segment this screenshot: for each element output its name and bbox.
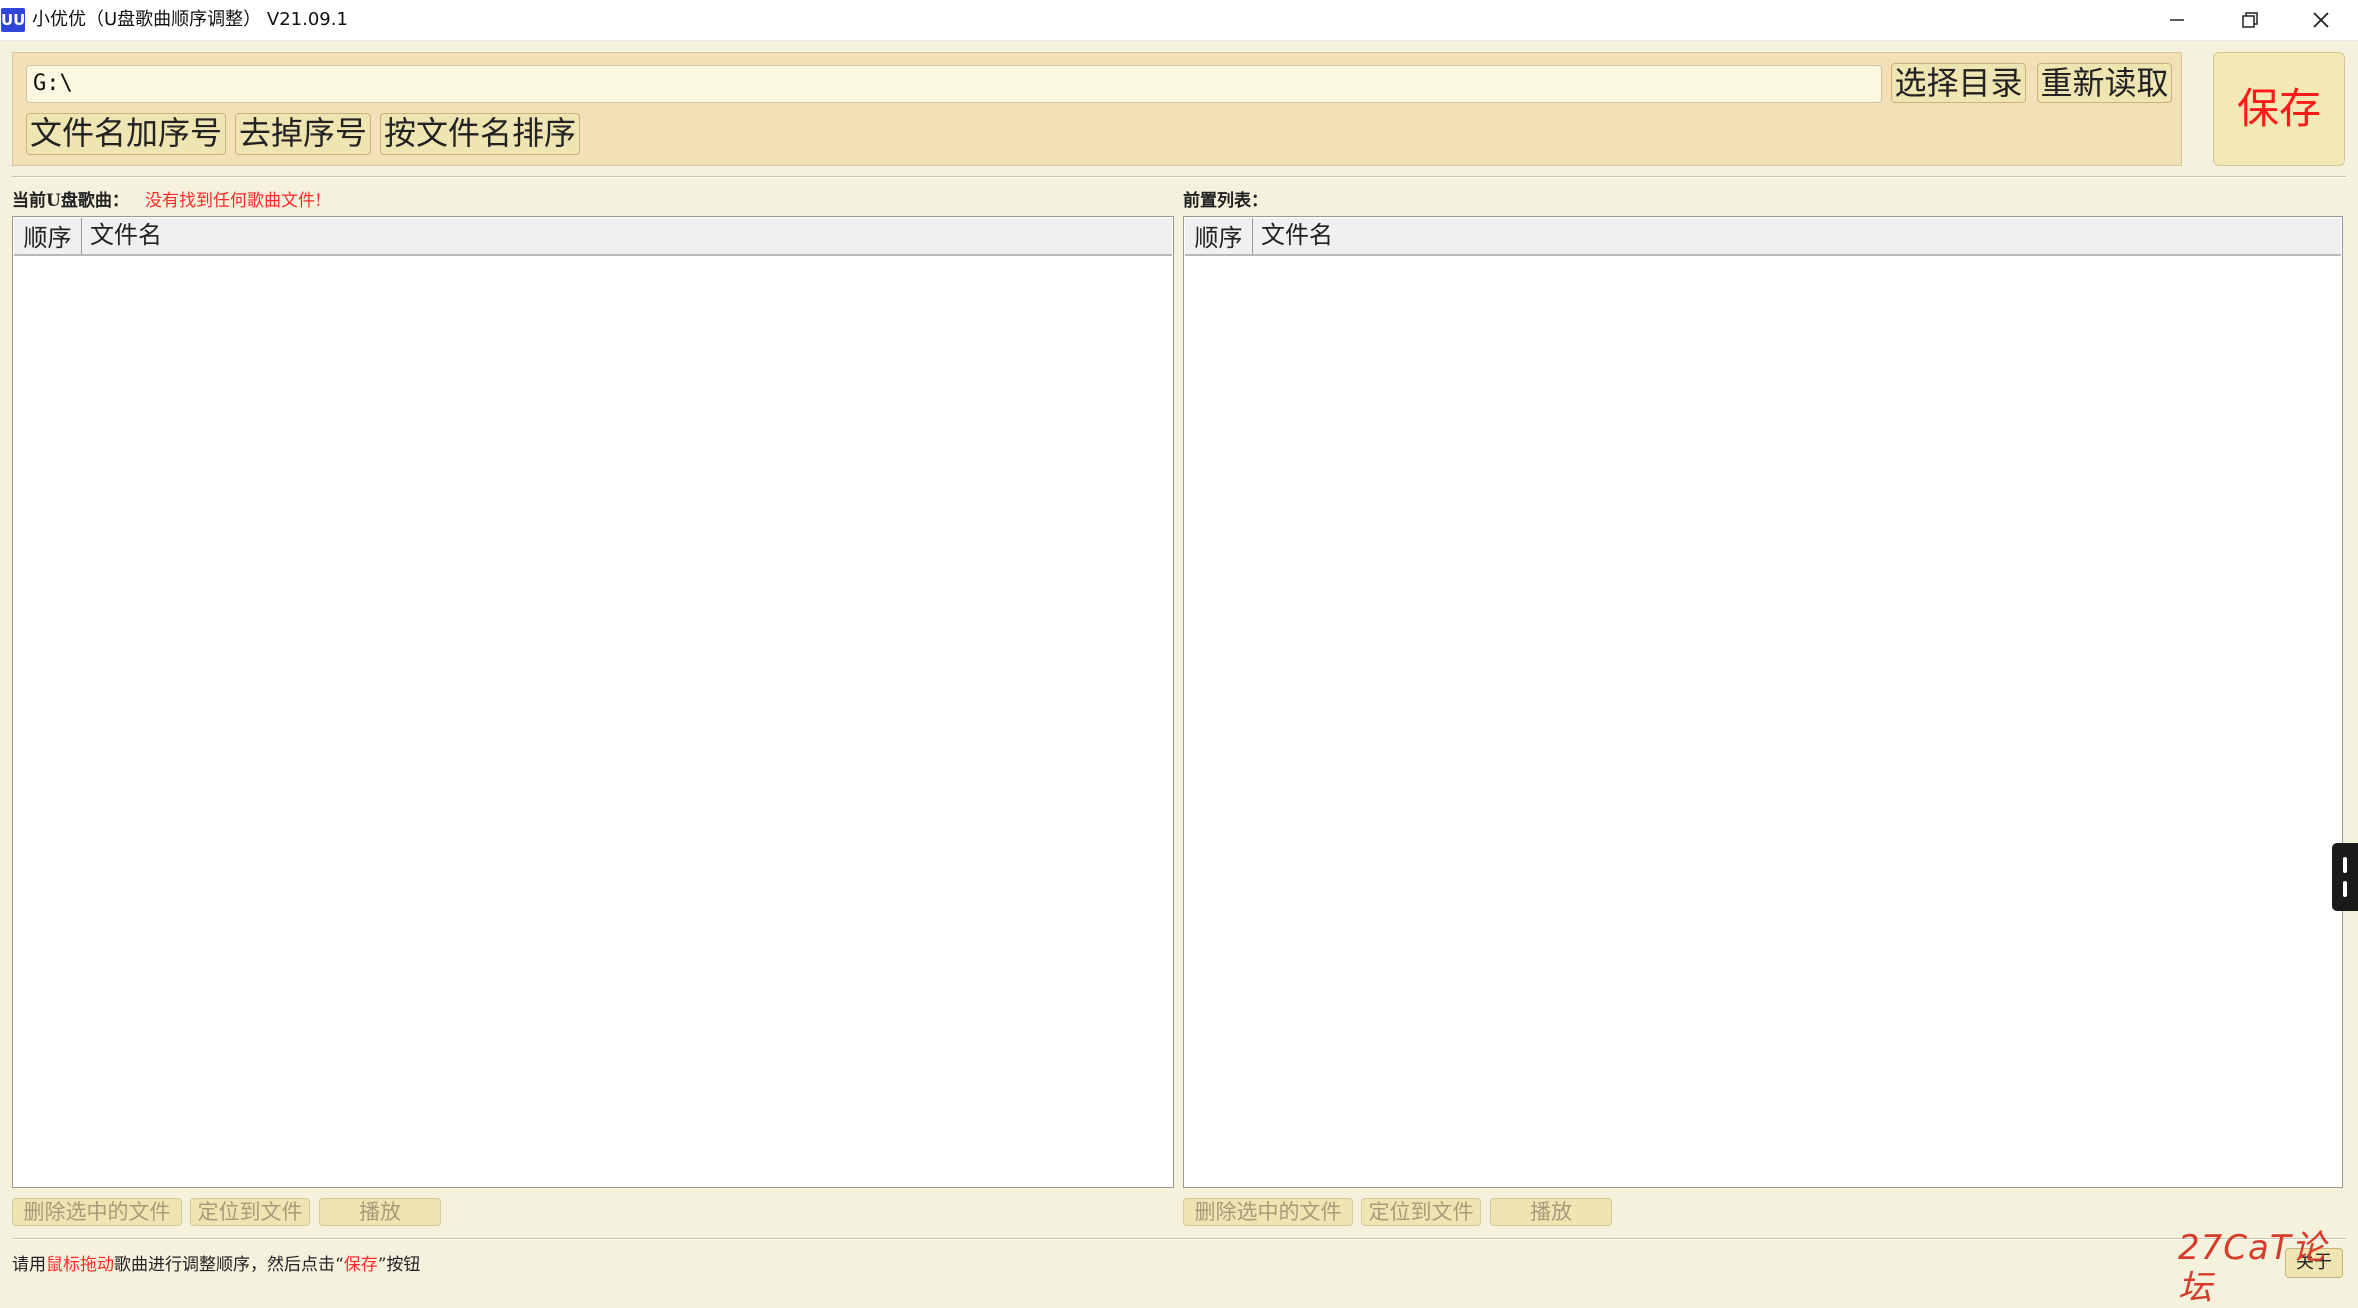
left-locate-button[interactable]: 定位到文件 <box>190 1198 310 1226</box>
add-index-button[interactable]: 文件名加序号 <box>26 113 226 155</box>
status-text: 请用鼠标拖动歌曲进行调整顺序，然后点击“保存”按钮 <box>12 1250 420 1275</box>
toolbar-panel: G:\ 选择目录 重新读取 文件名加序号 去掉序号 按文件名排序 <box>12 52 2182 166</box>
status-highlight-save: 保存 <box>343 1255 378 1275</box>
reload-button[interactable]: 重新读取 <box>2037 63 2172 103</box>
close-button[interactable] <box>2288 0 2358 40</box>
status-part2: 歌曲进行调整顺序，然后点击“ <box>114 1255 344 1275</box>
watermark: 27CaT论坛 <box>2178 1228 2327 1308</box>
minimize-icon <box>2170 19 2184 21</box>
minimize-button[interactable] <box>2146 0 2216 40</box>
left-col-name[interactable]: 文件名 <box>90 218 162 252</box>
save-button[interactable]: 保存 <box>2213 52 2345 166</box>
choose-dir-button[interactable]: 选择目录 <box>1891 63 2026 103</box>
status-part1: 请用 <box>12 1255 46 1275</box>
left-col-order[interactable]: 顺序 <box>14 218 82 254</box>
right-col-name[interactable]: 文件名 <box>1261 218 1333 252</box>
left-play-button[interactable]: 播放 <box>319 1198 441 1226</box>
right-song-list[interactable]: 顺序 文件名 <box>1183 216 2343 1188</box>
path-input[interactable]: G:\ <box>26 65 1882 103</box>
no-songs-message: 没有找到任何歌曲文件! <box>145 191 322 211</box>
window-title: 小优优（U盘歌曲顺序调整） V21.09.1 <box>32 9 348 30</box>
left-song-list[interactable]: 顺序 文件名 <box>12 216 1174 1188</box>
sort-by-name-button[interactable]: 按文件名排序 <box>380 113 580 155</box>
right-delete-button[interactable]: 删除选中的文件 <box>1183 1198 1353 1226</box>
right-list-header: 顺序 文件名 <box>1185 218 2341 256</box>
remove-index-button[interactable]: 去掉序号 <box>235 113 371 155</box>
handle-grip-icon <box>2343 857 2347 873</box>
divider-top <box>12 176 2346 178</box>
side-drag-handle[interactable] <box>2332 843 2358 911</box>
handle-grip-icon <box>2343 881 2347 897</box>
app-icon: UU <box>1 8 25 32</box>
status-highlight-drag: 鼠标拖动 <box>46 1255 114 1275</box>
right-locate-button[interactable]: 定位到文件 <box>1361 1198 1481 1226</box>
status-part3: ”按钮 <box>377 1255 421 1275</box>
left-list-header: 顺序 文件名 <box>14 218 1172 256</box>
close-icon <box>2313 12 2329 28</box>
divider-bottom <box>12 1238 2346 1240</box>
right-play-button[interactable]: 播放 <box>1490 1198 1612 1226</box>
restore-button[interactable] <box>2214 0 2284 40</box>
left-panel-label: 当前U盘歌曲： <box>12 191 129 211</box>
right-panel-label: 前置列表： <box>1183 191 1268 211</box>
title-bar: UU 小优优（U盘歌曲顺序调整） V21.09.1 <box>0 0 2358 41</box>
right-col-order[interactable]: 顺序 <box>1185 218 1253 254</box>
restore-icon <box>2242 12 2258 28</box>
left-delete-button[interactable]: 删除选中的文件 <box>12 1198 182 1226</box>
